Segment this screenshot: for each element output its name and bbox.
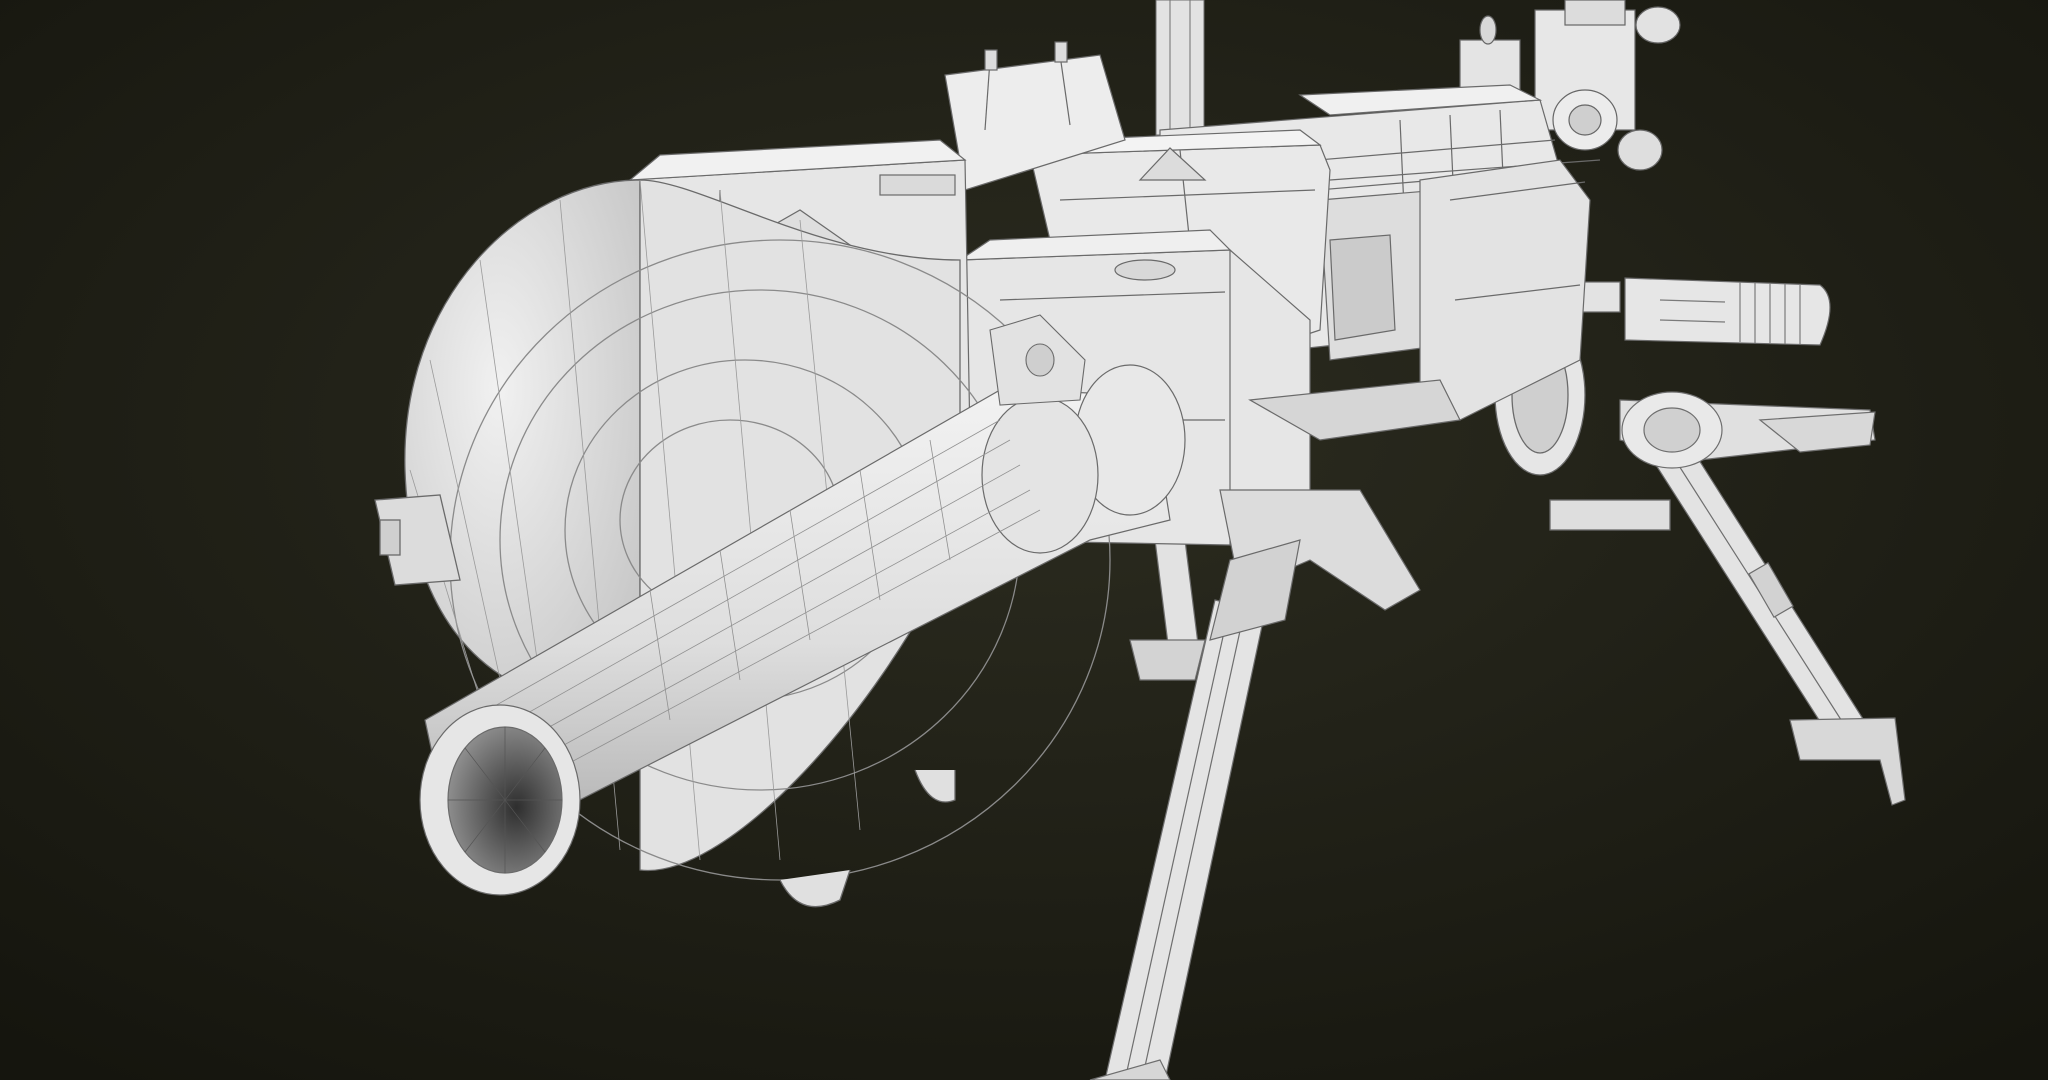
wireframe-render: [0, 0, 2048, 1080]
mast: [1155, 0, 1205, 136]
render-viewport: [0, 0, 2048, 1080]
